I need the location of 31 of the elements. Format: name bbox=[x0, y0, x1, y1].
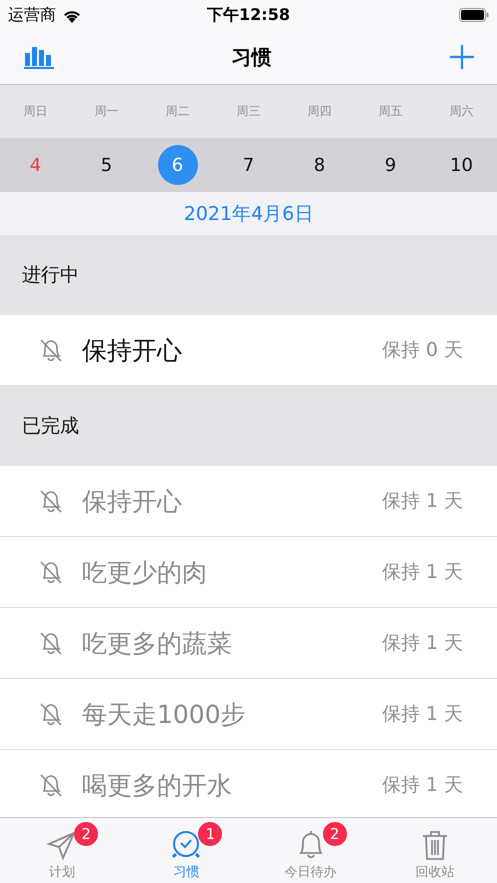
date-item[interactable]: 8 bbox=[300, 145, 340, 185]
status-time: 下午12:58 bbox=[207, 4, 290, 26]
count-badge: 2 bbox=[322, 822, 347, 846]
alarm-clock-icon bbox=[170, 829, 202, 861]
date-item[interactable]: 5 bbox=[86, 145, 126, 185]
add-icon[interactable] bbox=[449, 44, 475, 70]
carrier-name: 运营商 bbox=[8, 4, 56, 26]
tab-item[interactable]: 计划 2 bbox=[0, 818, 124, 883]
selected-date: 2021年4月6日 bbox=[184, 202, 314, 226]
bar-chart-icon[interactable] bbox=[24, 45, 54, 69]
tab-item[interactable]: 习惯 1 bbox=[124, 818, 248, 883]
tab-item[interactable]: 回收站 bbox=[372, 818, 497, 883]
count-badge: 1 bbox=[198, 822, 222, 846]
weekday-label: 周六 bbox=[450, 103, 474, 120]
date-item[interactable]: 6 bbox=[158, 145, 198, 185]
date-item[interactable]: 4 bbox=[16, 145, 56, 185]
screen-title: 习惯 bbox=[232, 44, 272, 70]
weekday-label: 周日 bbox=[24, 103, 48, 120]
count-badge: 2 bbox=[74, 822, 98, 846]
weekday-label: 周五 bbox=[378, 103, 402, 120]
date-item[interactable]: 10 bbox=[442, 145, 482, 185]
battery-icon bbox=[459, 8, 489, 22]
weekday-label: 周四 bbox=[308, 103, 332, 120]
tab-item[interactable]: 今日待办 2 bbox=[248, 818, 373, 883]
date-item[interactable]: 9 bbox=[370, 145, 410, 185]
weekday-label: 周三 bbox=[236, 103, 260, 120]
weekday-label: 周一 bbox=[94, 103, 118, 120]
section-header: 进行中 bbox=[22, 263, 79, 288]
weekday-label: 周二 bbox=[166, 103, 190, 120]
date-item[interactable]: 7 bbox=[228, 145, 268, 185]
section-header: 已完成 bbox=[22, 414, 79, 439]
